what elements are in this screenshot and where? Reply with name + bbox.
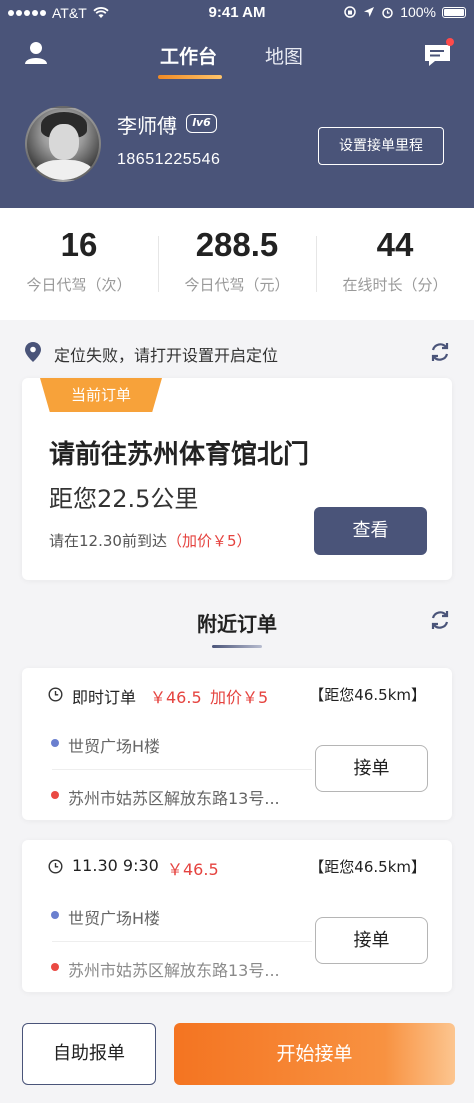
clock-icon: [48, 687, 63, 702]
stats-panel: 16 今日代驾（次） 288.5 今日代驾（元） 44 在线时长（分）: [0, 208, 474, 320]
order-time: 11.30 9:30: [72, 856, 159, 875]
accept-order-button[interactable]: 接单: [315, 917, 428, 964]
alarm-icon: [382, 7, 393, 18]
pickup-dot: [51, 911, 59, 919]
driver-phone: 18651225546: [117, 151, 221, 168]
accept-order-button[interactable]: 接单: [315, 745, 428, 792]
nearby-orders-title: 附近订单: [197, 612, 277, 636]
dropoff-dot: [51, 791, 59, 799]
location-pin-icon: [25, 342, 41, 362]
stat-label: 今日代驾（次）: [26, 276, 132, 294]
self-report-button[interactable]: 自助报单: [22, 1023, 156, 1085]
active-tab-indicator: [158, 75, 222, 79]
location-status: 定位失败，请打开设置开启定位: [0, 334, 474, 370]
order-distance: 【距您46.5km】: [309, 686, 426, 704]
refresh-orders-icon[interactable]: [428, 608, 452, 632]
set-route-range-button[interactable]: 设置接单里程: [318, 127, 444, 165]
dropoff-dot: [51, 963, 59, 971]
stat-value: 16: [60, 226, 98, 263]
avatar[interactable]: [25, 106, 101, 182]
unread-badge: [446, 38, 454, 46]
status-bar: AT&T 9:41 AM 100%: [0, 0, 474, 28]
battery-label: 100%: [400, 4, 436, 20]
location-message: 定位失败，请打开设置开启定位: [54, 346, 279, 365]
dropoff-address: 苏州市姑苏区解放东路13号...: [68, 789, 280, 808]
bottom-action-bar: 自助报单 开始接单: [0, 1003, 474, 1103]
start-accepting-button[interactable]: 开始接单: [174, 1023, 455, 1085]
divider: [52, 941, 312, 942]
nearby-title-underline: [212, 645, 262, 648]
status-right: 100%: [343, 4, 466, 20]
pickup-address: 世贸广场H楼: [68, 737, 161, 756]
refresh-location-icon[interactable]: [428, 340, 452, 364]
location-arrow-icon: [364, 7, 375, 17]
nearby-order-card: 即时订单 ￥46.5 加价￥5 【距您46.5km】 世贸广场H楼 苏州市姑苏区…: [22, 668, 452, 820]
battery-icon: [442, 6, 466, 18]
stat-today-trips: 16 今日代驾（次）: [0, 226, 158, 295]
pickup-address: 世贸广场H楼: [68, 909, 161, 928]
user-icon[interactable]: [23, 40, 49, 66]
clock-icon: [48, 859, 63, 874]
current-order-title: 请前往苏州体育馆北门: [49, 440, 310, 470]
dropoff-address: 苏州市姑苏区解放东路13号...: [68, 961, 280, 980]
current-order-tag: 当前订单: [40, 378, 162, 412]
top-nav: 工作台 地图: [0, 28, 474, 84]
deadline-extra: （加价￥5）: [166, 532, 252, 550]
stat-label: 今日代驾（元）: [184, 276, 290, 294]
view-order-button[interactable]: 查看: [314, 507, 427, 555]
current-order-distance: 距您22.5公里: [49, 485, 199, 513]
order-type: 即时订单: [72, 688, 137, 707]
driver-profile: 李师傅 lv6 18651225546 设置接单里程: [0, 100, 474, 200]
tab-workbench[interactable]: 工作台: [160, 42, 217, 69]
stat-value: 44: [376, 226, 414, 263]
orientation-lock-icon: [344, 6, 356, 18]
current-order-deadline: 请在12.30前到达（加价￥5）: [49, 530, 252, 551]
current-order-card: 当前订单 请前往苏州体育馆北门 距您22.5公里 请在12.30前到达（加价￥5…: [22, 378, 452, 580]
driver-name: 李师傅: [117, 114, 177, 138]
order-price: ￥46.5: [167, 860, 219, 879]
pickup-dot: [51, 739, 59, 747]
order-distance: 【距您46.5km】: [309, 858, 426, 876]
stat-online-minutes: 44 在线时长（分）: [316, 226, 474, 295]
stat-today-income: 288.5 今日代驾（元）: [158, 226, 316, 295]
deadline-text: 请在12.30前到达: [49, 532, 167, 550]
order-surcharge: 加价￥5: [210, 688, 269, 707]
tab-map[interactable]: 地图: [265, 42, 303, 69]
stat-label: 在线时长（分）: [342, 276, 448, 294]
stat-value: 288.5: [195, 226, 279, 263]
nearby-order-card: 11.30 9:30 ￥46.5 【距您46.5km】 世贸广场H楼 苏州市姑苏…: [22, 840, 452, 992]
order-price: ￥46.5: [150, 688, 202, 707]
header: AT&T 9:41 AM 100% 工作台 地图 李师傅 lv6 1865122…: [0, 0, 474, 208]
divider: [52, 769, 312, 770]
level-badge: lv6: [186, 114, 217, 133]
